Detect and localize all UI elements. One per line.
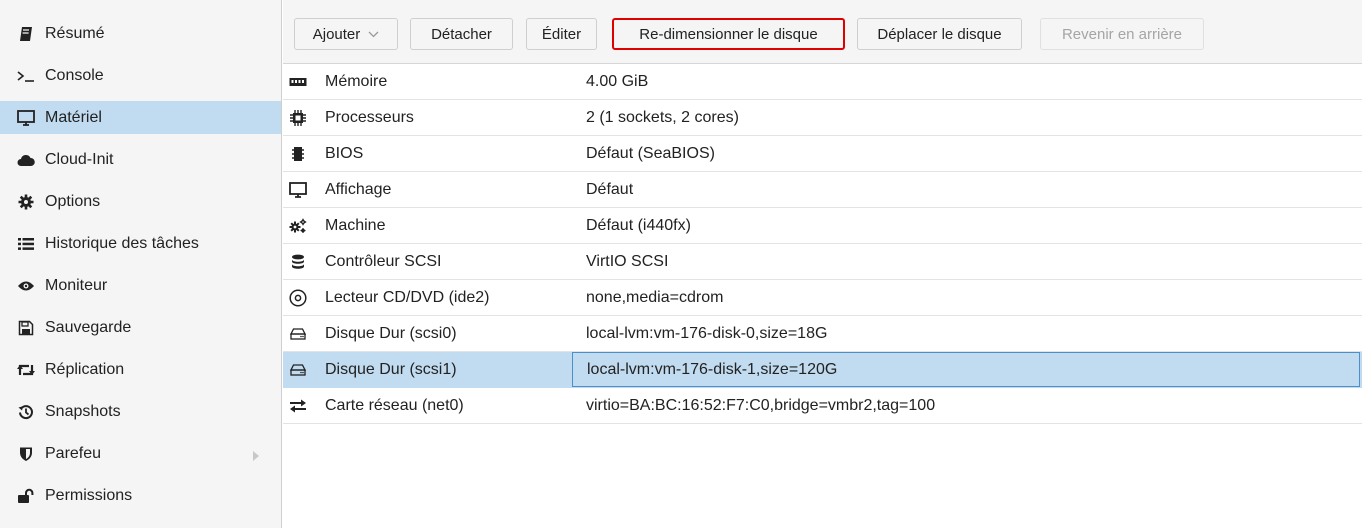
microchip-icon [288,144,308,164]
resize-disk-button[interactable]: Re-dimensionner le disque [612,18,845,50]
sidebar-item-label: Parefeu [45,444,102,462]
desktop-icon [16,108,36,128]
add-button-label: Ajouter [312,25,361,43]
row-value-cell: local-lvm:vm-176-disk-0,size=18G [572,316,1360,351]
sidebar-item-label: Matériel [45,108,102,126]
sidebar-item-label: Options [45,192,101,210]
sidebar-item-label: Résumé [45,24,105,42]
row-value-cell: local-lvm:vm-176-disk-1,size=120G [572,352,1360,387]
row-value-cell: 2 (1 sockets, 2 cores) [572,100,1360,135]
sidebar-item-replication[interactable]: Réplication [0,353,281,386]
row-key: Processeurs [325,108,414,126]
row-key: Machine [325,216,386,234]
toolbar: Ajouter Détacher Éditer Re-dimensionner … [283,0,1362,64]
shield-icon [16,444,36,464]
row-value-cell: Défaut (SeaBIOS) [572,136,1360,171]
retweet-icon [16,360,36,380]
gear-icon [16,192,36,212]
detach-button[interactable]: Détacher [410,18,513,50]
sidebar-item-monitor[interactable]: Moniteur [0,269,281,302]
sidebar-item-label: Cloud-Init [45,150,114,168]
sidebar-item-label: Moniteur [45,276,108,294]
row-value-cell: none,media=cdrom [572,280,1360,315]
terminal-icon [16,66,36,86]
row-key: Mémoire [325,72,388,90]
row-value-cell: VirtIO SCSI [572,244,1360,279]
sidebar-item-snapshots[interactable]: Snapshots [0,395,281,428]
row-key: Lecteur CD/DVD (ide2) [325,288,490,306]
sidebar-item-materiel[interactable]: Matériel [0,101,281,134]
move-disk-button[interactable]: Déplacer le disque [857,18,1022,50]
sidebar-item-label: Permissions [45,486,133,504]
cpu-icon [288,108,308,128]
sidebar-item-options[interactable]: Options [0,185,281,218]
table-row[interactable]: Carte réseau (net0) virtio=BA:BC:16:52:F… [283,388,1362,424]
table-row[interactable]: Contrôleur SCSI VirtIO SCSI [283,244,1362,280]
table-row[interactable]: Machine Défaut (i440fx) [283,208,1362,244]
sidebar-item-firewall[interactable]: Parefeu [0,437,281,470]
row-value: 4.00 GiB [586,72,649,90]
row-value: local-lvm:vm-176-disk-0,size=18G [586,324,828,342]
unlock-icon [16,486,36,506]
row-key: Affichage [325,180,392,198]
sidebar: Résumé Console Matériel Cloud-Init Optio… [0,0,282,528]
sidebar-item-task-history[interactable]: Historique des tâches [0,227,281,260]
row-value: Défaut (i440fx) [586,216,691,234]
sidebar-item-label: Console [45,66,104,84]
row-value-cell: Défaut (i440fx) [572,208,1360,243]
submenu-arrow-icon [253,448,259,466]
row-value-cell: Défaut [572,172,1360,207]
sidebar-item-resume[interactable]: Résumé [0,17,281,50]
row-value: 2 (1 sockets, 2 cores) [586,108,739,126]
table-row[interactable]: Affichage Défaut [283,172,1362,208]
edit-button[interactable]: Éditer [526,18,597,50]
row-key: BIOS [325,144,364,162]
floppy-icon [16,318,36,338]
sidebar-item-label: Réplication [45,360,125,378]
exchange-icon [288,396,308,416]
revert-button[interactable]: Revenir en arrière [1040,18,1204,50]
sidebar-item-label: Sauvegarde [45,318,132,336]
table-row[interactable]: Processeurs 2 (1 sockets, 2 cores) [283,100,1362,136]
table-row[interactable]: Mémoire 4.00 GiB [283,64,1362,100]
desktop-icon [288,180,308,200]
row-value: Défaut (SeaBIOS) [586,144,715,162]
table-row[interactable]: Disque Dur (scsi1) local-lvm:vm-176-disk… [283,352,1362,388]
sidebar-item-backup[interactable]: Sauvegarde [0,311,281,344]
row-value: local-lvm:vm-176-disk-1,size=120G [587,360,838,378]
book-icon [16,24,36,44]
sidebar-item-permissions[interactable]: Permissions [0,479,281,512]
table-row[interactable]: Lecteur CD/DVD (ide2) none,media=cdrom [283,280,1362,316]
row-value: none,media=cdrom [586,288,724,306]
hdd-icon [288,360,308,380]
eye-icon [16,276,36,296]
table-row[interactable]: BIOS Défaut (SeaBIOS) [283,136,1362,172]
row-key: Contrôleur SCSI [325,252,442,270]
table-row[interactable]: Disque Dur (scsi0) local-lvm:vm-176-disk… [283,316,1362,352]
cdrom-icon [288,288,308,308]
row-key: Disque Dur (scsi0) [325,324,457,342]
database-icon [288,252,308,272]
add-button[interactable]: Ajouter [294,18,398,50]
row-value: Défaut [586,180,634,198]
hdd-icon [288,324,308,344]
row-value-cell: virtio=BA:BC:16:52:F7:C0,bridge=vmbr2,ta… [572,388,1360,423]
cogs-icon [288,216,308,236]
list-icon [16,234,36,254]
memory-icon [288,72,308,92]
chevron-down-icon [368,31,379,38]
row-key: Carte réseau (net0) [325,396,464,414]
sidebar-item-console[interactable]: Console [0,59,281,92]
sidebar-item-label: Historique des tâches [45,234,199,252]
row-value: virtio=BA:BC:16:52:F7:C0,bridge=vmbr2,ta… [586,396,936,414]
row-value: VirtIO SCSI [586,252,669,270]
row-key: Disque Dur (scsi1) [325,360,457,378]
row-value-cell: 4.00 GiB [572,64,1360,99]
sidebar-item-cloud-init[interactable]: Cloud-Init [0,143,281,176]
cloud-icon [16,150,36,170]
history-icon [16,402,36,422]
sidebar-item-label: Snapshots [45,402,121,420]
